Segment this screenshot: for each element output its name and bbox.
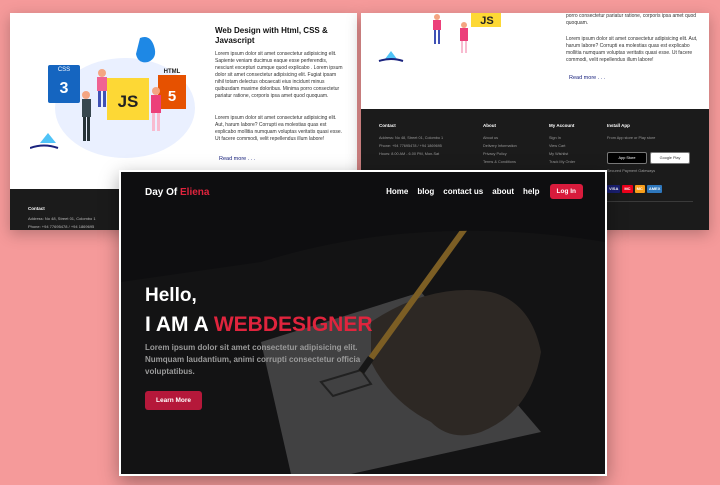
footer-column-about: About About us Delivery Information Priv… xyxy=(483,123,517,166)
footer-phone: Phone: +94 77695478 / +94 1869695 xyxy=(28,224,95,229)
footer-heading-install: Install App xyxy=(607,123,630,128)
js-badge-text: JS xyxy=(118,92,139,111)
hero-section: Day Of Eliena Home blog contact us about… xyxy=(119,170,607,476)
footer-link[interactable]: My Wishlist xyxy=(549,150,575,158)
footer-link[interactable]: Delivery Information xyxy=(483,142,517,150)
blog-paragraph: Lorem ipsum dolor sit amet consectetur a… xyxy=(215,115,343,142)
nav-item-contact-us[interactable]: contact us xyxy=(443,187,483,196)
footer-link[interactable]: About us xyxy=(483,134,517,142)
main-navigation: Home blog contact us about help Log In xyxy=(377,184,583,199)
footer-link[interactable]: Terms & Conditions xyxy=(483,158,517,166)
site-logo[interactable]: Day Of Eliena xyxy=(145,187,209,198)
js-badge-text: JS xyxy=(480,15,493,27)
login-button[interactable]: Log In xyxy=(549,184,583,199)
blog-paragraph: Lorem ipsum dolor sit amet consectetur a… xyxy=(215,51,343,99)
css-badge-text: CSS xyxy=(58,67,70,73)
headline-accent: WEBDESIGNER xyxy=(213,313,373,336)
nav-item-about[interactable]: about xyxy=(492,187,514,196)
mastercard-icon: MC xyxy=(622,185,633,193)
svg-text:5: 5 xyxy=(168,88,176,105)
hero-description: Lorem ipsum dolor sit amet consectetur a… xyxy=(145,343,361,376)
app-store-button[interactable]: App Store xyxy=(607,152,647,164)
payment-heading: Secured Payment Gateways xyxy=(607,169,656,173)
hero-greeting: Hello, xyxy=(145,285,197,306)
blog-post-title: Web Design with Html, CSS & Javascript xyxy=(215,26,328,45)
hero-headline: I AM A WEBDESIGNER xyxy=(145,313,373,337)
read-more-link[interactable]: Read more . . . xyxy=(219,156,255,162)
footer-link[interactable]: Privacy Policy xyxy=(483,150,517,158)
nav-item-home[interactable]: Home xyxy=(386,187,408,196)
blog-paragraph: porro consectetur pariatur ratione, corp… xyxy=(566,13,697,26)
footer-address: Address: No 48, Street 01, Colombo 1 xyxy=(379,136,444,140)
footer-column-account: My Account Sign In View Cart My Wishlist… xyxy=(549,123,575,166)
footer-heading-account: My Account xyxy=(549,123,575,128)
logo-accent-text: Eliena xyxy=(180,187,210,198)
logo-text: Day Of xyxy=(145,187,181,198)
learn-more-button[interactable]: Learn More xyxy=(145,391,203,410)
footer-link[interactable]: Sign In xyxy=(549,134,575,142)
blog-paragraph: Lorem ipsum dolor sit amet consectetur a… xyxy=(566,36,698,63)
headline-prefix: I AM A xyxy=(145,313,214,336)
footer-heading-contact: Contact xyxy=(28,206,45,211)
maestro-icon: MC xyxy=(634,185,645,193)
svg-text:3: 3 xyxy=(60,80,69,97)
install-subtitle: From App store or Play store xyxy=(607,136,656,140)
google-play-button[interactable]: Google Play xyxy=(650,152,690,164)
web-design-illustration: JS xyxy=(378,13,501,62)
nav-item-blog[interactable]: blog xyxy=(417,187,434,196)
footer-link[interactable]: Track My Order xyxy=(549,158,575,166)
read-more-link[interactable]: Read more . . . xyxy=(569,75,605,81)
footer-link[interactable]: View Cart xyxy=(549,142,575,150)
html-badge-text: HTML xyxy=(164,69,181,75)
leaf-shape xyxy=(136,37,156,63)
visa-icon: VISA xyxy=(607,185,621,193)
footer-hours: Hours: 8.00 AM - 6.00 PM, Mon-Sat xyxy=(379,152,440,156)
footer-address: Address: No 48, Street 01, Colombo 1 xyxy=(28,216,96,221)
footer-heading-contact: Contact xyxy=(379,123,396,128)
footer-column-install: Install App From App store or Play store… xyxy=(607,123,693,195)
amex-icon: AMEX xyxy=(646,185,663,193)
footer-heading-about: About xyxy=(483,123,496,128)
nav-item-help[interactable]: help xyxy=(523,187,539,196)
footer-column-contact: Contact Address: No 48, Street 01, Colom… xyxy=(379,123,443,158)
footer-phone: Phone: +94 77695478 / +94 1869695 xyxy=(379,144,442,148)
web-design-illustration: CSS 3 JS HTML 5 xyxy=(30,37,195,158)
